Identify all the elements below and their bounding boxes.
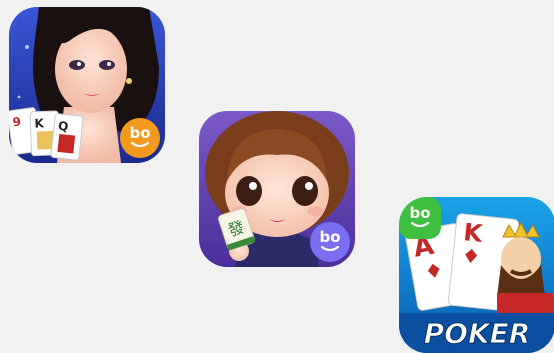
- card-rank-label: K: [34, 116, 44, 130]
- app-icon-artwork: 9 K Q bo: [9, 7, 165, 163]
- app-icon-poker[interactable]: A K POKER bo: [399, 197, 554, 353]
- bo-badge-label: bo: [409, 204, 430, 222]
- app-icon-mahjong-girl[interactable]: 發 bo: [199, 111, 355, 267]
- app-icon-artwork: 發 bo: [199, 111, 355, 267]
- bo-badge-label: bo: [319, 228, 340, 246]
- bo-badge-label: bo: [129, 124, 150, 142]
- app-icon-artwork: A K POKER bo: [399, 197, 554, 353]
- card-rank-label: Q: [57, 119, 69, 134]
- app-icon-card-game-woman[interactable]: 9 K Q bo: [9, 7, 165, 163]
- poker-label: POKER: [424, 317, 531, 350]
